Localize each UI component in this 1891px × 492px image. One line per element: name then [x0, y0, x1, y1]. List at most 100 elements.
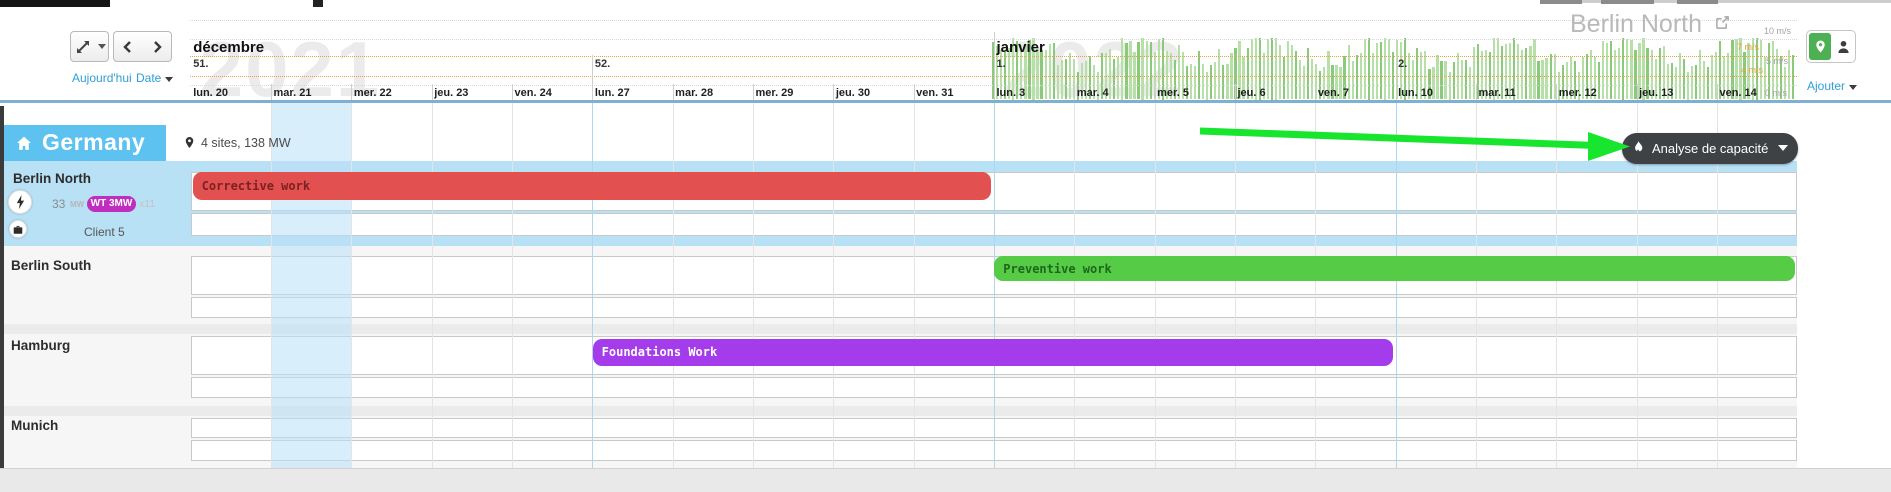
client-icon-circle	[9, 220, 27, 238]
wind-bar	[1683, 59, 1685, 99]
person-view-button[interactable]	[1832, 33, 1854, 60]
wind-threshold-line	[190, 20, 1797, 21]
wind-bar	[1614, 50, 1616, 100]
wind-bar	[1675, 67, 1677, 99]
header-tick	[1155, 84, 1156, 100]
wind-bar	[1602, 41, 1604, 100]
header-tick	[1637, 84, 1638, 100]
wind-bar	[1699, 50, 1701, 99]
wind-bar	[1311, 59, 1313, 99]
zoom-range-dropdown[interactable]	[95, 31, 109, 62]
wind-bar	[1275, 38, 1277, 100]
wind-bar	[1453, 62, 1455, 99]
week-number-label: 52.	[595, 58, 610, 70]
open-site-icon[interactable]	[1715, 15, 1730, 30]
wind-bar	[1352, 61, 1354, 100]
header-tick	[592, 55, 593, 100]
wind-bar	[1537, 61, 1539, 100]
wind-bar	[1291, 45, 1293, 99]
location-pin-icon	[184, 135, 195, 150]
header-tick	[914, 84, 915, 100]
wind-bar	[1626, 39, 1628, 100]
grid-line	[1235, 103, 1236, 468]
capacity-analysis-button[interactable]: Analyse de capacité	[1622, 133, 1798, 164]
wind-bar	[1529, 46, 1531, 99]
row-label-hamburg[interactable]: Hamburg	[11, 338, 70, 353]
header-tick	[1717, 84, 1718, 100]
chevron-down-icon	[98, 44, 106, 49]
chevron-right-icon	[152, 40, 162, 54]
date-dropdown[interactable]: Date	[136, 71, 173, 85]
wind-bar	[1129, 41, 1131, 100]
grid-line	[914, 103, 915, 468]
briefcase-icon	[13, 225, 23, 234]
site-view-button[interactable]	[1809, 33, 1831, 60]
day-label: ven. 7	[1318, 87, 1349, 99]
task-bar[interactable]: Foundations Work	[593, 339, 1393, 366]
day-label: mar. 11	[1478, 87, 1515, 99]
header-tick	[753, 84, 754, 100]
task-bar[interactable]: Preventive work	[994, 256, 1795, 281]
grid-line	[833, 103, 834, 468]
wind-bar	[1053, 43, 1055, 99]
add-dropdown[interactable]: Ajouter	[1807, 79, 1857, 93]
wind-bar	[1364, 39, 1366, 99]
grid-line-week	[592, 103, 593, 468]
window-edge-artifact	[1601, 0, 1654, 4]
wind-bar	[1121, 38, 1123, 100]
wind-bar	[1045, 50, 1047, 100]
wind-bar	[1788, 50, 1790, 100]
grid-line	[351, 103, 352, 468]
zoom-range-button[interactable]	[70, 31, 96, 62]
row-label-munich[interactable]: Munich	[11, 418, 58, 433]
window-edge-artifact	[0, 0, 110, 7]
wind-bar	[1057, 65, 1059, 100]
turbine-type-badge[interactable]: WT 3MW	[87, 196, 136, 212]
window-edge-artifact	[313, 0, 323, 7]
month-label: décembre	[193, 39, 264, 56]
previous-period-button[interactable]	[113, 31, 143, 62]
wind-bar	[1113, 59, 1115, 99]
day-label: lun. 20	[193, 87, 228, 99]
header-tick	[432, 84, 433, 100]
row-client: Client 5	[84, 225, 125, 239]
day-label: jeu. 30	[836, 87, 870, 99]
next-period-button[interactable]	[142, 31, 172, 62]
header-tick	[1315, 84, 1316, 100]
wind-bar	[1150, 42, 1152, 100]
wind-bar	[1190, 64, 1192, 99]
wind-bar	[1117, 57, 1119, 100]
day-label: ven. 31	[916, 87, 953, 99]
wind-bar	[1469, 67, 1471, 99]
chevron-down-icon	[1849, 85, 1857, 90]
header-tick	[512, 84, 513, 100]
wind-site-title: Berlin North	[1570, 10, 1730, 39]
wind-bar	[1303, 66, 1305, 100]
grid-line-week	[1396, 103, 1397, 468]
day-label: mar. 28	[675, 87, 713, 99]
turbine-count: x11	[139, 198, 155, 210]
grid-line	[432, 103, 433, 468]
day-label: lun. 3	[997, 87, 1026, 99]
row-label-berlin-north[interactable]: Berlin North	[13, 171, 91, 186]
chevron-left-icon	[123, 40, 133, 54]
day-label: jeu. 23	[434, 87, 468, 99]
today-link[interactable]: Aujourd'hui	[72, 71, 132, 85]
wind-bar	[1226, 64, 1228, 100]
task-bar[interactable]: Corrective work	[193, 172, 992, 201]
wind-bar	[1065, 59, 1067, 99]
wind-bar	[1125, 43, 1127, 100]
row-label-berlin-south[interactable]: Berlin South	[11, 258, 91, 273]
header-tick	[673, 84, 674, 100]
turbine-power-icon	[8, 190, 32, 214]
chevron-down-icon	[165, 77, 173, 82]
grid-line	[1074, 103, 1075, 468]
timeline-header: 20212022 10 m/s7 m/s5 m/s4 m/s0 m/s déce…	[0, 0, 1891, 101]
header-tick	[994, 32, 995, 100]
group-header-germany[interactable]: Germany	[0, 125, 166, 161]
today-column-highlight	[271, 103, 351, 468]
wind-bar	[1299, 60, 1301, 99]
grid-line	[1556, 103, 1557, 468]
header-tick	[1074, 84, 1075, 100]
section-separator	[0, 324, 1797, 334]
